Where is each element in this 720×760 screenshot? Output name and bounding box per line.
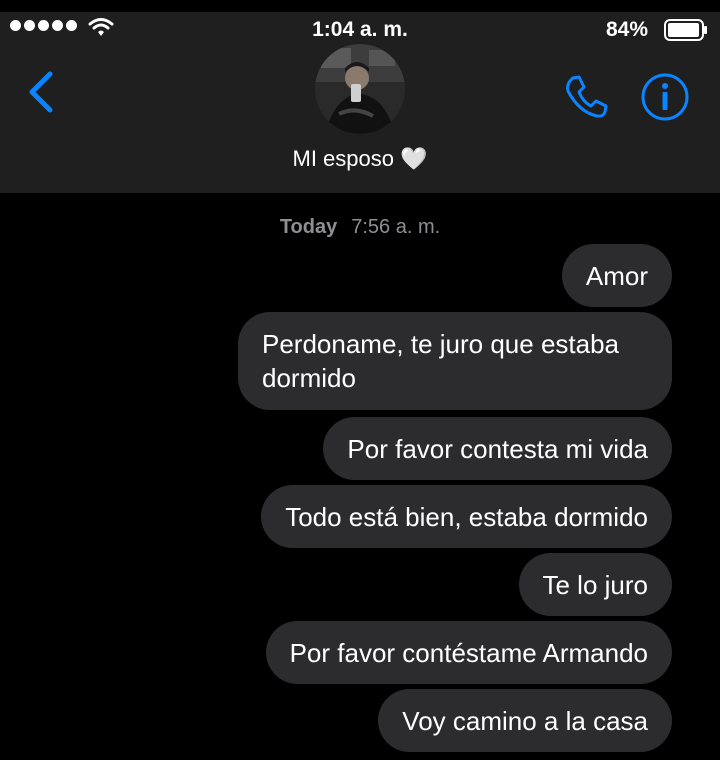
battery-icon	[664, 19, 707, 41]
message-bubble[interactable]: Perdoname, te juro que estaba dormido	[238, 312, 672, 410]
status-bar: 1:04 a. m. 84%	[0, 12, 720, 48]
message-bubble[interactable]: Todo está bien, estaba dormido	[261, 485, 672, 548]
message-bubble[interactable]: Te lo juro	[518, 553, 672, 616]
message-bubble[interactable]: Amor	[561, 244, 672, 307]
message-bubble[interactable]: Por favor contesta mi vida	[323, 417, 672, 480]
timestamp-day: Today	[279, 216, 338, 238]
message-bubble[interactable]: Por favor contéstame Armando	[265, 621, 672, 684]
phone-icon[interactable]	[562, 73, 610, 121]
battery-percentage: 84%	[605, 18, 648, 41]
message-bubble[interactable]: Voy camino a la casa	[378, 689, 672, 752]
info-icon[interactable]	[640, 72, 690, 122]
back-chevron-icon[interactable]	[26, 70, 56, 114]
contact-avatar[interactable]	[315, 44, 405, 134]
timestamp-time: 7:56 a. m.	[351, 216, 441, 238]
contact-name[interactable]: MI esposo 🤍	[0, 146, 720, 172]
conversation-timestamp: Today 7:56 a. m.	[0, 216, 720, 239]
